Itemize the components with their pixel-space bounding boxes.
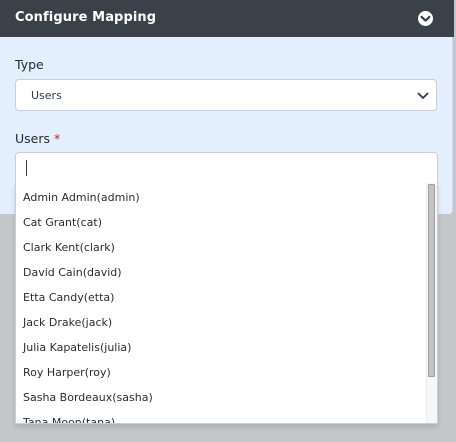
- user-option[interactable]: Etta Candy(etta): [16, 285, 428, 310]
- chevron-circle-down-icon: [418, 11, 433, 26]
- users-label-text: Users: [15, 131, 51, 146]
- user-option[interactable]: Julia Kapatelis(julia): [16, 335, 428, 360]
- text-caret: [26, 160, 27, 176]
- user-option[interactable]: Clark Kent(clark): [16, 235, 428, 260]
- type-label: Type: [15, 57, 44, 72]
- users-search-input[interactable]: [15, 152, 438, 183]
- user-option[interactable]: Cat Grant(cat): [16, 210, 428, 235]
- user-option[interactable]: David Cain(david): [16, 260, 428, 285]
- panel-title: Configure Mapping: [15, 10, 157, 25]
- dropdown-scrollbar[interactable]: [426, 183, 437, 423]
- user-option[interactable]: Roy Harper(roy): [16, 360, 428, 385]
- required-marker: *: [54, 131, 61, 146]
- users-dropdown-list: Admin Admin(admin) Cat Grant(cat) Clark …: [15, 183, 438, 424]
- scrollbar-thumb[interactable]: [428, 184, 435, 377]
- panel-header: Configure Mapping: [0, 0, 454, 37]
- user-option[interactable]: Jack Drake(jack): [16, 310, 428, 335]
- collapse-panel-button[interactable]: [417, 10, 434, 27]
- user-option[interactable]: Tana Moon(tana): [16, 410, 428, 423]
- type-select-value: Users: [31, 89, 62, 102]
- type-select[interactable]: Users: [15, 79, 437, 111]
- users-label: Users *: [15, 131, 60, 146]
- user-option[interactable]: Sasha Bordeaux(sasha): [16, 385, 428, 410]
- chevron-down-icon: [417, 92, 429, 99]
- user-option[interactable]: Admin Admin(admin): [16, 185, 428, 210]
